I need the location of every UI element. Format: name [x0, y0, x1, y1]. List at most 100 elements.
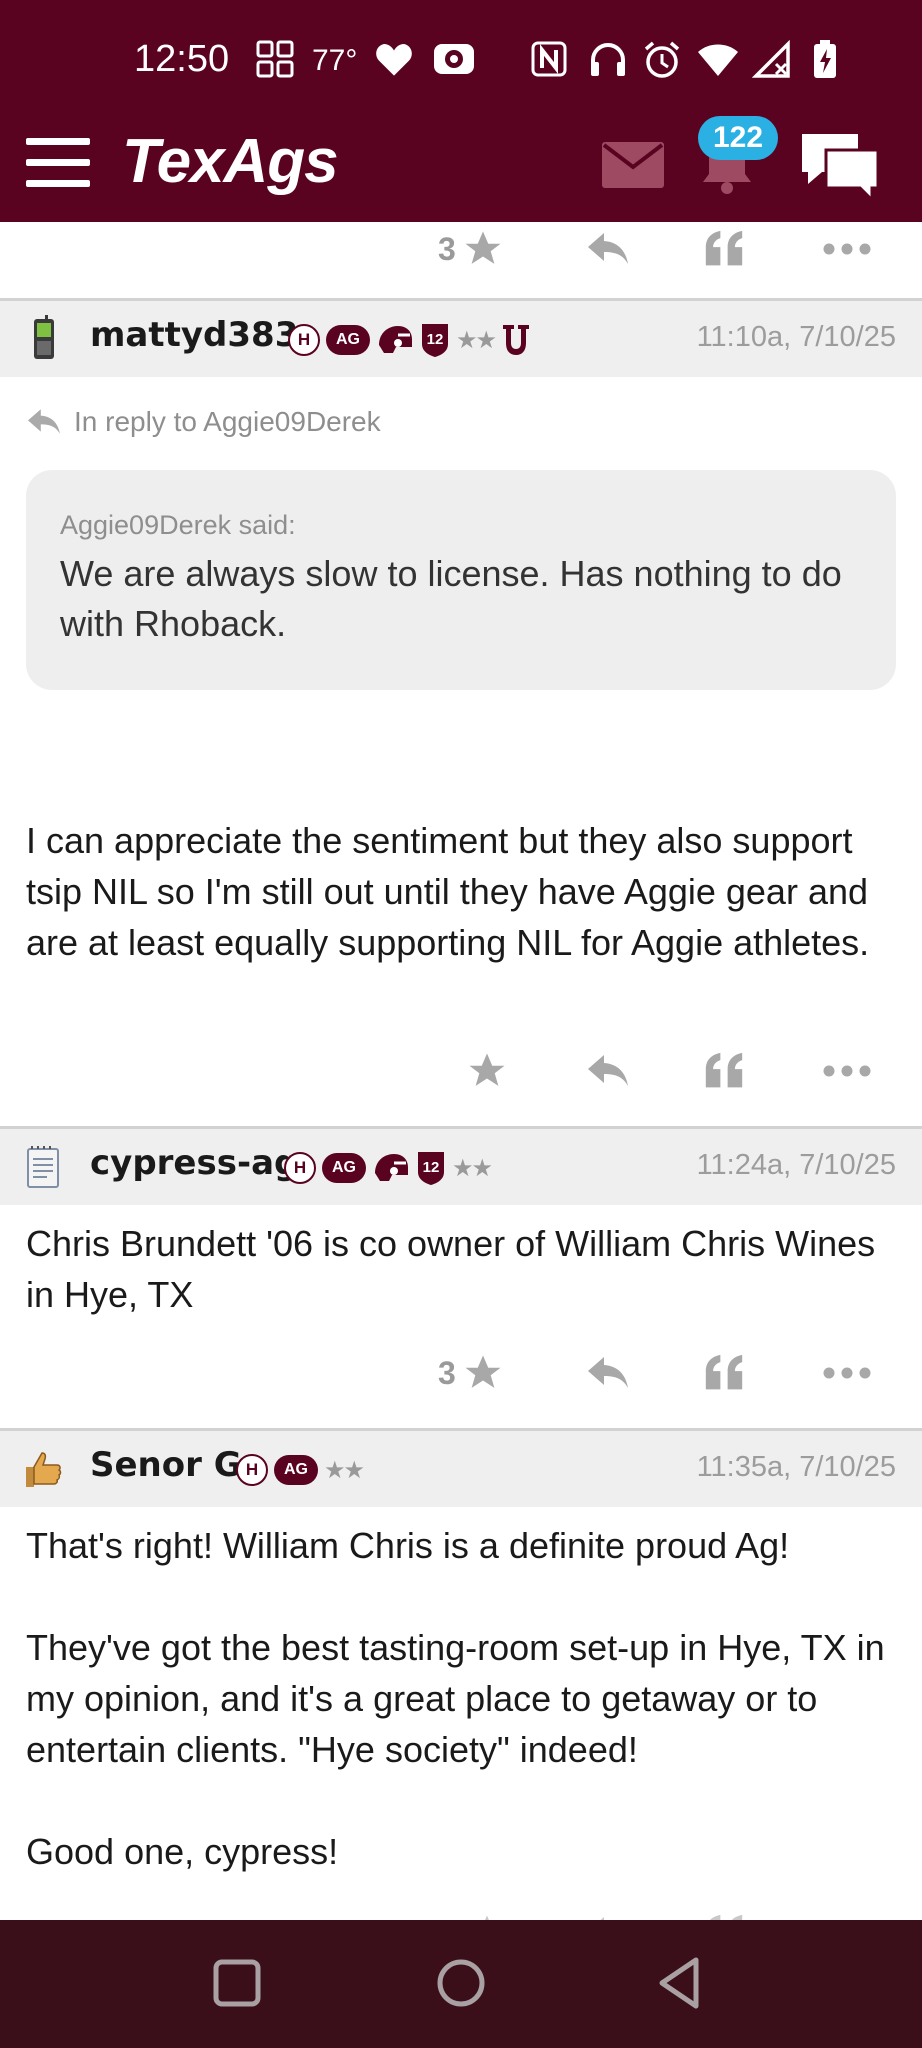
alarm-icon: [644, 41, 680, 78]
system-navigation-bar: [0, 1920, 922, 2048]
nfc-icon: [531, 41, 567, 77]
quote-button[interactable]: [702, 1908, 746, 1920]
reply-icon: [588, 1357, 628, 1388]
u-logo-icon: [503, 325, 530, 355]
status-temperature: 77°: [312, 44, 358, 77]
reply-icon: [600, 1917, 604, 1920]
notification-badge[interactable]: 122: [698, 116, 778, 160]
star-icon: [469, 1053, 505, 1086]
quote-icon: [705, 1052, 743, 1088]
reply-icon: [588, 233, 628, 264]
home-icon[interactable]: [432, 1954, 490, 2012]
reply-button[interactable]: [584, 224, 632, 274]
quote-button[interactable]: [702, 1046, 746, 1096]
status-time: 12:50: [134, 38, 230, 80]
reply-button[interactable]: [584, 1348, 632, 1398]
heart-icon: [376, 44, 412, 76]
quote-block: Aggie09Derek said: We are always slow to…: [26, 470, 896, 690]
battery-charging-icon: [814, 40, 836, 78]
notepad-avatar-icon[interactable]: [20, 1143, 68, 1191]
post-actions: 3: [0, 1332, 922, 1412]
quote-author: Aggie09Derek said:: [60, 510, 296, 540]
post-body-line: Good one, cypress!: [26, 1831, 339, 1872]
svg-text:12: 12: [427, 331, 444, 348]
h-badge: H: [288, 324, 320, 356]
chat-icon[interactable]: [798, 130, 882, 200]
reply-to-text: In reply to Aggie09Derek: [74, 406, 381, 437]
like-button[interactable]: 3: [438, 224, 504, 274]
headphones-icon: [591, 43, 625, 76]
quote-icon: [709, 1914, 743, 1920]
wifi-icon: [698, 44, 738, 76]
quote-icon: [705, 1354, 743, 1390]
post-body: I can appreciate the sentiment but they …: [26, 820, 870, 963]
ag-badge: AG: [322, 1153, 366, 1183]
post-header: mattyd383 H AG 12 ★★ 11:10a, 7/10/25: [0, 301, 922, 377]
username[interactable]: mattyd383: [90, 315, 298, 355]
post-body-line: They've got the best tasting-room set-up…: [26, 1627, 885, 1770]
back-icon[interactable]: [654, 1954, 704, 2012]
ag-badge: AG: [274, 1455, 318, 1485]
rank-stars: ★★: [452, 1154, 493, 1182]
like-count: 3: [438, 230, 456, 267]
ag-badge: AG: [326, 325, 370, 355]
signal-icon: [752, 40, 790, 78]
star-icon: [485, 1915, 489, 1920]
user-badges: H AG 12 ★★: [284, 1149, 493, 1187]
reply-icon: [588, 1055, 628, 1086]
recents-icon[interactable]: [212, 1954, 262, 2012]
twelfth-man-icon: 12: [418, 1152, 444, 1185]
rank-stars: ★★: [324, 1456, 365, 1484]
thumbs-up-avatar-icon[interactable]: [20, 1445, 68, 1493]
quote-icon: [705, 230, 743, 266]
post-timestamp: 11:35a, 7/10/25: [696, 1451, 896, 1483]
post-timestamp: 11:24a, 7/10/25: [696, 1149, 896, 1181]
quote-text: We are always slow to license. Has nothi…: [60, 553, 842, 644]
post-actions: [0, 1892, 922, 1920]
post-header: cypress-ag H AG 12 ★★ 11:24a, 7/10/25: [0, 1129, 922, 1205]
username[interactable]: cypress-ag: [90, 1143, 298, 1183]
more-icon: [823, 1065, 871, 1077]
star-icon: [465, 231, 501, 264]
status-bar: 12:50 77°: [0, 0, 922, 124]
like-count: 3: [438, 1354, 456, 1391]
like-button[interactable]: [466, 1046, 508, 1096]
post-actions: [0, 1030, 922, 1110]
more-button[interactable]: [822, 1348, 872, 1398]
phone-avatar-icon[interactable]: [20, 315, 68, 363]
reply-button[interactable]: [584, 1046, 632, 1096]
more-icon: [823, 1367, 871, 1379]
like-button[interactable]: 3: [438, 1348, 504, 1398]
like-button[interactable]: [466, 1908, 508, 1920]
more-button[interactable]: [822, 1046, 872, 1096]
twelfth-man-icon: 12: [422, 324, 448, 357]
reply-arrow-icon: [28, 409, 60, 434]
more-button[interactable]: [822, 224, 872, 274]
post-timestamp: 11:10a, 7/10/25: [696, 321, 896, 353]
menu-icon[interactable]: [26, 138, 90, 188]
top-bar: 12:50 77° TexAgs 122: [0, 0, 922, 222]
username[interactable]: Senor G: [90, 1445, 242, 1485]
more-icon: [823, 243, 871, 255]
reply-button[interactable]: [584, 1908, 632, 1920]
helmet-icon: [375, 1154, 408, 1181]
post-body-line: That's right! William Chris is a definit…: [26, 1525, 790, 1566]
texags-logo[interactable]: TexAgs: [122, 126, 339, 197]
quote-button[interactable]: [702, 1348, 746, 1398]
mail-icon[interactable]: [602, 142, 664, 188]
post-body: Chris Brundett '06 is co owner of Willia…: [26, 1223, 876, 1315]
post-header: Senor G H AG ★★ 11:35a, 7/10/25: [0, 1431, 922, 1507]
rank-stars: ★★: [456, 326, 497, 354]
quote-button[interactable]: [702, 224, 746, 274]
helmet-icon: [379, 326, 412, 353]
h-badge: H: [236, 1454, 268, 1486]
h-badge: H: [284, 1152, 316, 1184]
app-bar: TexAgs 122: [0, 116, 922, 222]
grid-icon: [256, 40, 294, 78]
user-badges: H AG 12 ★★: [288, 321, 531, 359]
user-badges: H AG ★★: [236, 1451, 365, 1489]
reply-to-link[interactable]: In reply to Aggie09Derek: [24, 402, 381, 442]
star-icon: [465, 1355, 501, 1388]
svg-text:12: 12: [423, 1159, 440, 1176]
hotspot-icon: [434, 44, 474, 74]
